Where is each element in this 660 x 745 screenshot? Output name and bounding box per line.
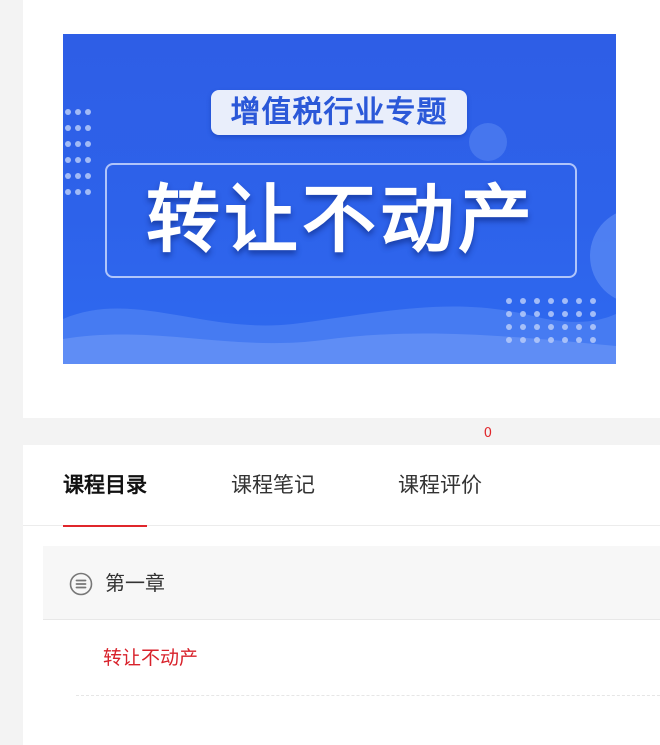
lesson-item[interactable]: 转让不动产 bbox=[76, 620, 660, 696]
course-page: 增值税行业专题 转让不动产 课程目录 课程笔记 课程评价 0 第一章 转让不动产 bbox=[0, 0, 660, 745]
chapter-header[interactable]: 第一章 bbox=[43, 546, 660, 620]
tab-reviews[interactable]: 课程评价 0 bbox=[398, 427, 492, 526]
tab-notes-label: 课程笔记 bbox=[231, 473, 315, 497]
banner-title: 转让不动产 bbox=[146, 177, 536, 263]
lesson-label: 转让不动产 bbox=[103, 647, 199, 669]
banner-tag: 增值税行业专题 bbox=[211, 90, 467, 135]
course-tabs: 课程目录 课程笔记 课程评价 0 bbox=[23, 427, 660, 527]
tab-notes[interactable]: 课程笔记 bbox=[231, 445, 315, 526]
list-circle-icon bbox=[69, 572, 93, 596]
tab-reviews-label: 课程评价 bbox=[398, 473, 482, 497]
course-content-panel: 课程目录 课程笔记 课程评价 0 第一章 转让不动产 bbox=[23, 427, 660, 745]
chapter-label: 第一章 bbox=[105, 571, 165, 595]
tab-catalog-label: 课程目录 bbox=[63, 473, 147, 497]
review-count-badge: 0 bbox=[483, 426, 492, 441]
course-cover-image: 增值税行业专题 转让不动产 bbox=[63, 34, 616, 364]
tab-catalog[interactable]: 课程目录 bbox=[63, 445, 147, 527]
